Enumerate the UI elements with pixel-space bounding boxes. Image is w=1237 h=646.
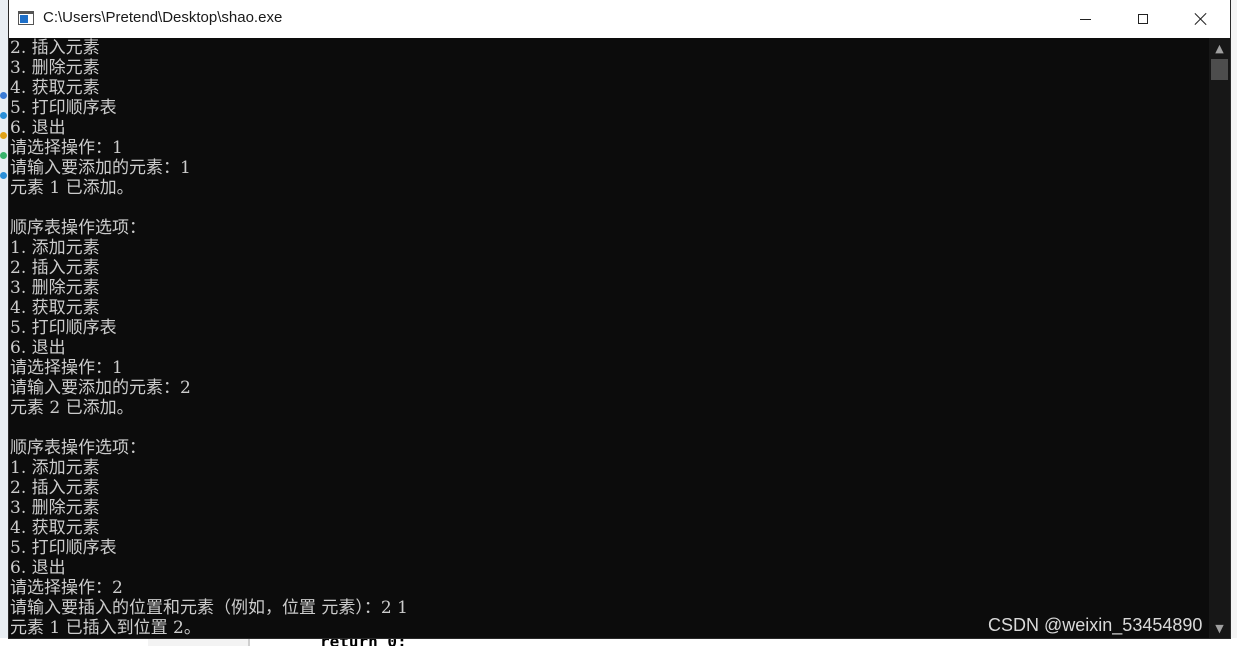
minimize-button[interactable] bbox=[1056, 0, 1114, 38]
console-line: 元素 1 已添加。 bbox=[10, 178, 134, 198]
console-window[interactable]: C:\Users\Pretend\Desktop\shao.exe 2. 插入元… bbox=[9, 0, 1230, 638]
minimize-icon bbox=[1079, 18, 1091, 20]
console-line: 请选择操作：1 bbox=[10, 138, 123, 158]
console-line: 6. 退出 bbox=[10, 558, 66, 578]
window-title: C:\Users\Pretend\Desktop\shao.exe bbox=[43, 9, 283, 26]
console-output[interactable]: 2. 插入元素 3. 删除元素 4. 获取元素 5. 打印顺序表 6. 退出 请选择操作：… bbox=[9, 38, 1209, 638]
console-line: 顺序表操作选项： bbox=[10, 438, 146, 458]
console-line: 请输入要添加的元素：1 bbox=[10, 158, 191, 178]
console-line: 元素 2 已添加。 bbox=[10, 398, 134, 418]
maximize-button[interactable] bbox=[1114, 0, 1172, 38]
csdn-watermark: CSDN @weixin_53454890 bbox=[988, 615, 1203, 635]
scroll-up-arrow-icon[interactable]: ▲ bbox=[1209, 38, 1230, 58]
console-line: 4. 获取元素 bbox=[10, 518, 100, 538]
scrollbar-thumb[interactable] bbox=[1211, 59, 1228, 80]
scroll-down-arrow-icon[interactable]: ▼ bbox=[1209, 618, 1230, 638]
background-right-strip bbox=[1230, 0, 1237, 646]
console-line: 3. 删除元素 bbox=[10, 58, 100, 78]
console-line: 6. 退出 bbox=[10, 338, 66, 358]
console-line: 1. 添加元素 bbox=[10, 238, 100, 258]
console-app-icon bbox=[18, 11, 34, 25]
maximize-icon bbox=[1138, 14, 1148, 24]
console-line: 1. 添加元素 bbox=[10, 458, 100, 478]
console-line: 6. 退出 bbox=[10, 118, 66, 138]
console-line: 4. 获取元素 bbox=[10, 298, 100, 318]
close-button[interactable] bbox=[1172, 0, 1230, 38]
console-line: 5. 打印顺序表 bbox=[10, 538, 117, 558]
console-line: 2. 插入元素 bbox=[10, 38, 100, 58]
console-line: 请选择操作：1 bbox=[10, 358, 123, 378]
title-bar[interactable]: C:\Users\Pretend\Desktop\shao.exe bbox=[9, 0, 1230, 38]
console-line: 请选择操作：2 bbox=[10, 578, 123, 598]
close-icon bbox=[1194, 12, 1208, 26]
background-icon bbox=[0, 112, 7, 119]
console-line: 4. 获取元素 bbox=[10, 78, 100, 98]
background-icon bbox=[0, 172, 7, 179]
console-line: 5. 打印顺序表 bbox=[10, 318, 117, 338]
background-icon bbox=[0, 152, 7, 159]
console-line: 请输入要添加的元素：2 bbox=[10, 378, 191, 398]
console-line: 3. 删除元素 bbox=[10, 278, 100, 298]
background-gutter bbox=[148, 638, 250, 646]
background-editor-strip: return 0; bbox=[0, 632, 1237, 646]
background-icon bbox=[0, 92, 7, 99]
background-icon bbox=[0, 132, 7, 139]
background-desktop-strip bbox=[0, 0, 9, 646]
console-line: 顺序表操作选项： bbox=[10, 218, 146, 238]
vertical-scrollbar[interactable]: ▲ ▼ bbox=[1209, 38, 1230, 638]
console-line: 2. 插入元素 bbox=[10, 258, 100, 278]
console-line: 5. 打印顺序表 bbox=[10, 98, 117, 118]
console-line: 2. 插入元素 bbox=[10, 478, 100, 498]
console-line: 3. 删除元素 bbox=[10, 498, 100, 518]
